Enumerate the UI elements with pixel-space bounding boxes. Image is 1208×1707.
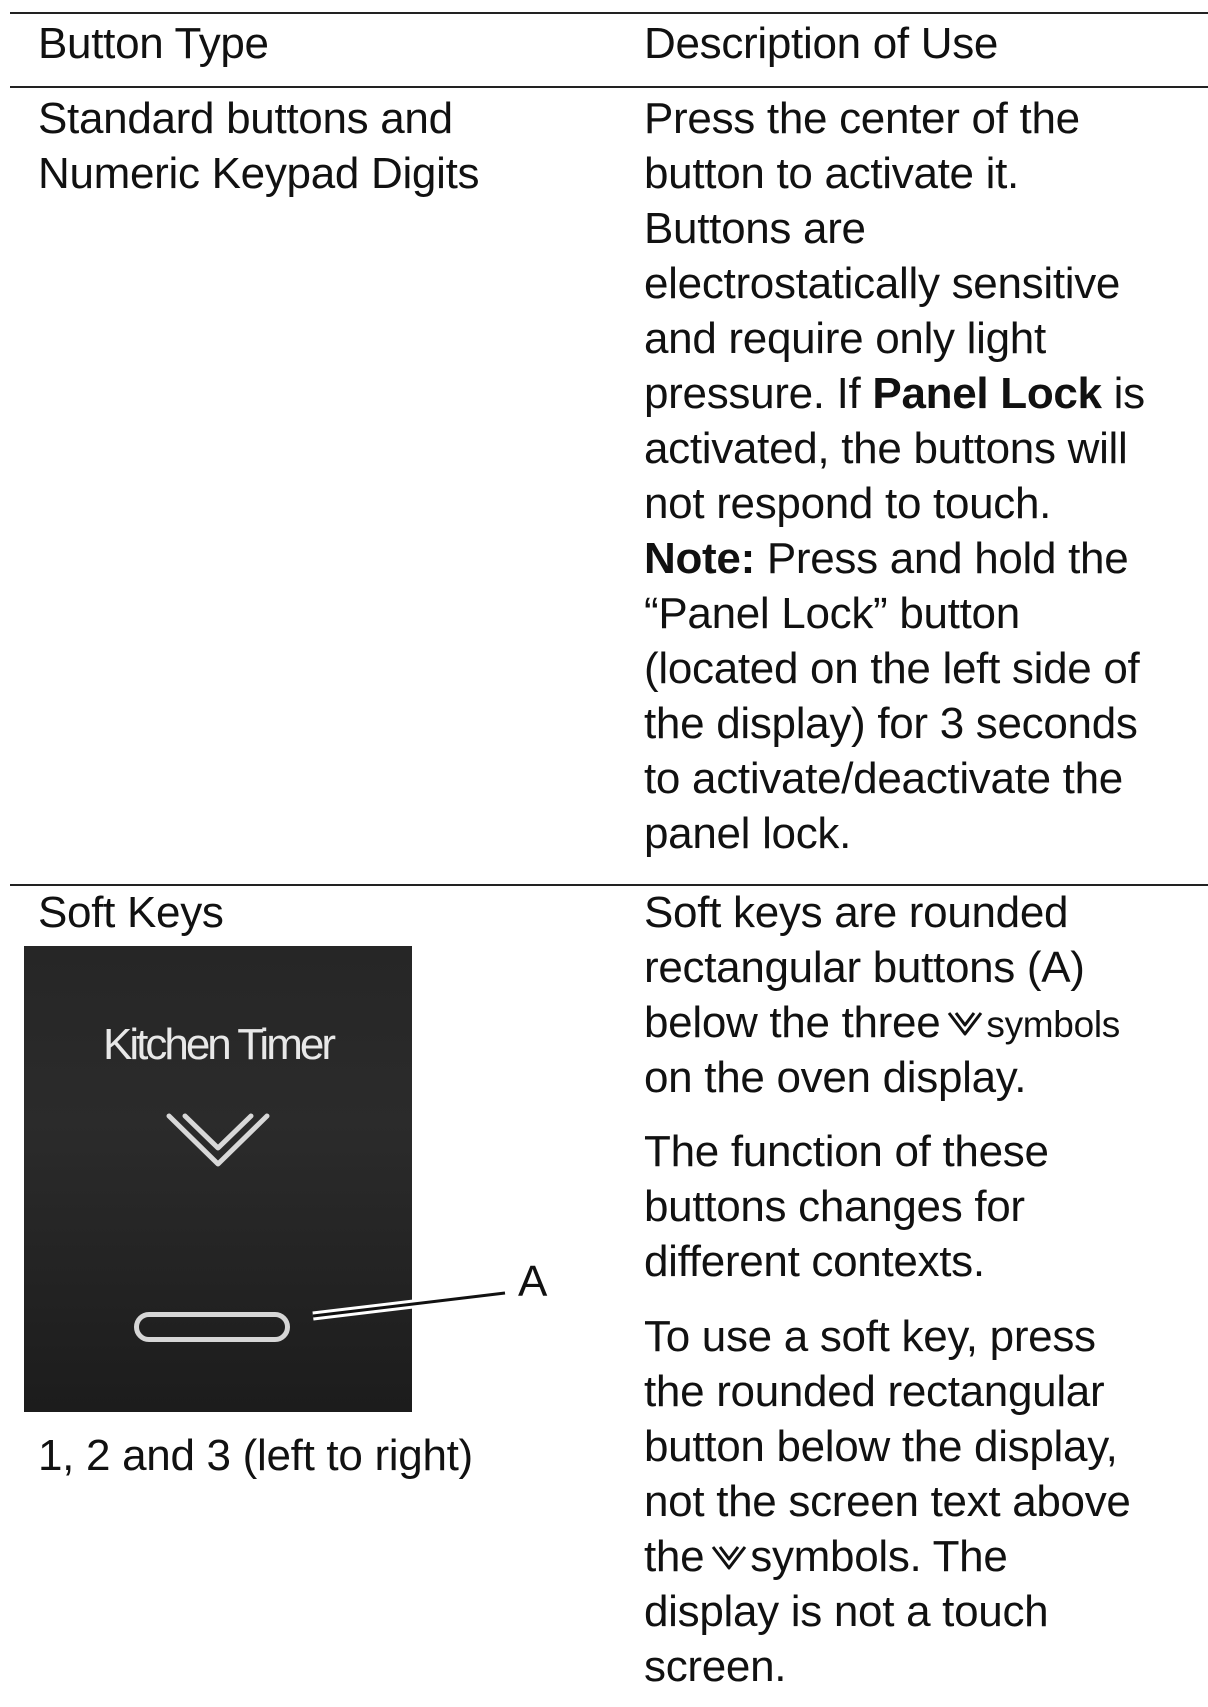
row2-desc-line: below the three symbols bbox=[644, 995, 1120, 1052]
row2-desc-line: on the oven display. bbox=[644, 1053, 1027, 1102]
row1-desc-line: Buttons are bbox=[644, 204, 866, 253]
row1-desc-line: (located on the left side of bbox=[644, 644, 1140, 693]
row2-desc-line: not the screen text above bbox=[644, 1477, 1131, 1526]
row2-desc-line: button below the display, bbox=[644, 1422, 1118, 1471]
panel-lock-term: Panel Lock bbox=[872, 369, 1102, 418]
row1-desc-line: panel lock. bbox=[644, 809, 852, 858]
button-type-table: Button Type Description of Use Standard … bbox=[0, 0, 1208, 1707]
row1-desc-line: to activate/deactivate the bbox=[644, 754, 1123, 803]
chevron-down-icon bbox=[710, 1543, 748, 1573]
callout-label-a: A bbox=[518, 1257, 548, 1306]
row1-type-line2: Numeric Keypad Digits bbox=[38, 149, 480, 198]
row2-desc-line: different contexts. bbox=[644, 1237, 985, 1286]
row2-desc-line: display is not a touch bbox=[644, 1587, 1049, 1636]
row1-desc-line: electrostatically sensitive bbox=[644, 259, 1121, 308]
row2-desc-line: The function of these bbox=[644, 1127, 1049, 1176]
row2-desc-line: the symbols. The bbox=[644, 1529, 1008, 1584]
row2-type-label: Soft Keys bbox=[38, 888, 224, 937]
text-segment: symbols. The bbox=[750, 1532, 1008, 1581]
text-segment: below the three bbox=[644, 998, 941, 1047]
header-button-type: Button Type bbox=[38, 19, 269, 68]
header-bottom-rule bbox=[10, 86, 1208, 88]
row2-desc-line: rectangular buttons (A) bbox=[644, 943, 1085, 992]
row1-desc-line: Note: Press and hold the bbox=[644, 531, 1129, 586]
text-segment: Press and hold the bbox=[754, 534, 1129, 583]
text-segment: symbols bbox=[986, 1004, 1120, 1045]
header-description: Description of Use bbox=[644, 19, 999, 68]
chevron-down-icon bbox=[946, 1009, 984, 1039]
row1-desc-line: button to activate it. bbox=[644, 149, 1019, 198]
row1-desc-line: the display) for 3 seconds bbox=[644, 699, 1138, 748]
row1-desc-line: and require only light bbox=[644, 314, 1046, 363]
row2-desc-line: the rounded rectangular bbox=[644, 1367, 1105, 1416]
row2-caption: 1, 2 and 3 (left to right) bbox=[38, 1431, 473, 1480]
row2-desc-line: To use a soft key, press bbox=[644, 1312, 1096, 1361]
screen-title: Kitchen Timer bbox=[103, 1020, 336, 1069]
row1-desc-line: Press the center of the bbox=[644, 94, 1080, 143]
row1-desc-line: “Panel Lock” button bbox=[644, 589, 1020, 638]
row1-desc-line: activated, the buttons will bbox=[644, 424, 1128, 473]
note-label: Note: bbox=[644, 534, 755, 583]
text-segment: pressure. If bbox=[644, 369, 873, 418]
oven-display-image: Kitchen Timer bbox=[24, 946, 412, 1412]
double-chevron-down-icon bbox=[166, 1113, 270, 1167]
soft-key-button[interactable] bbox=[134, 1312, 290, 1342]
row2-desc-line: buttons changes for bbox=[644, 1182, 1025, 1231]
text-segment: is bbox=[1101, 369, 1145, 418]
row1-type-line1: Standard buttons and bbox=[38, 94, 453, 143]
row2-desc-line: Soft keys are rounded bbox=[644, 888, 1069, 937]
table-top-rule bbox=[10, 12, 1208, 14]
text-segment: the bbox=[644, 1532, 705, 1581]
row1-desc-line: pressure. If Panel Lock is bbox=[644, 366, 1145, 421]
row1-desc-line: not respond to touch. bbox=[644, 479, 1052, 528]
row2-desc-line: screen. bbox=[644, 1642, 787, 1691]
